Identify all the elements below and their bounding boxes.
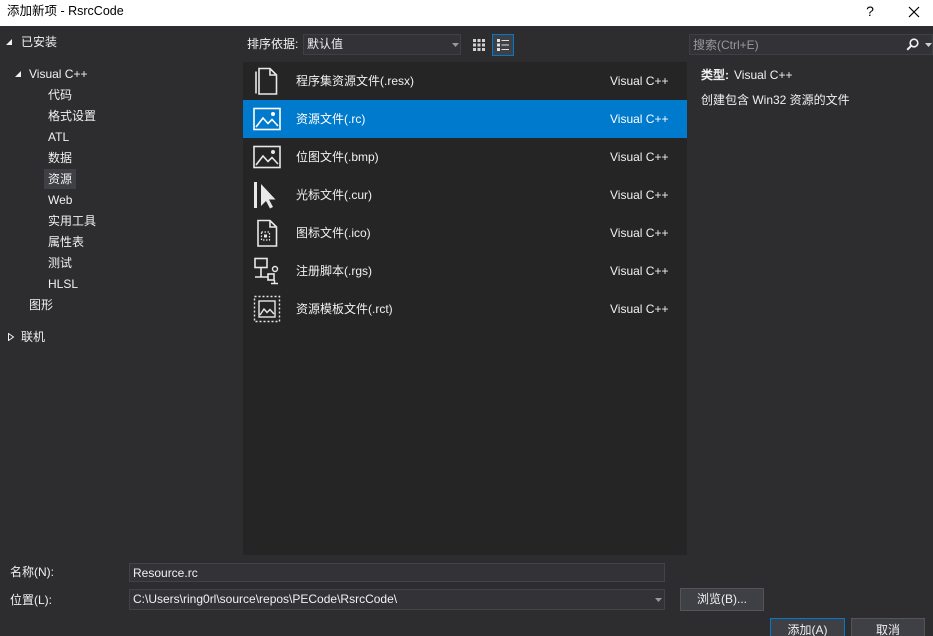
cursor-icon <box>254 182 276 209</box>
list-item[interactable]: 注册脚本(.rgs) Visual C++ <box>243 252 687 290</box>
list-item[interactable]: 资源模板文件(.rct) Visual C++ <box>243 290 687 328</box>
item-name: 程序集资源文件(.resx) <box>296 74 414 88</box>
title-bar: 添加新项 - RsrcCode ? <box>0 0 933 26</box>
tree-node-label: 已安装 <box>21 35 58 49</box>
collapsed-arrow-icon[interactable] <box>7 333 15 341</box>
resource-template-icon <box>253 295 281 323</box>
grid-view-icon <box>473 39 485 51</box>
tree-node-atl[interactable]: ATL <box>44 127 73 147</box>
location-value: C:\Users\ring0rl\source\repos\PECode\Rsr… <box>133 592 398 606</box>
list-item[interactable]: 光标文件(.cur) Visual C++ <box>243 176 687 214</box>
list-item[interactable]: 资源文件(.rc) Visual C++ <box>243 100 687 138</box>
tree-node-web[interactable]: Web <box>44 190 76 210</box>
image-icon <box>253 145 281 169</box>
grid-view-button[interactable] <box>469 35 489 55</box>
chevron-down-icon[interactable] <box>925 43 932 47</box>
sort-dropdown[interactable]: 默认值 <box>303 34 461 55</box>
detail-type-value: Visual C++ <box>734 68 793 82</box>
item-type: Visual C++ <box>610 112 669 126</box>
image-icon <box>253 107 281 131</box>
item-name: 资源模板文件(.rct) <box>296 302 393 316</box>
item-type: Visual C++ <box>610 264 669 278</box>
list-view-button[interactable] <box>492 34 514 56</box>
tree-node-resource[interactable]: 资源 <box>44 169 77 189</box>
tree-node-label: 联机 <box>21 330 46 344</box>
list-item[interactable]: 位图文件(.bmp) Visual C++ <box>243 138 687 176</box>
document-icon <box>255 67 278 95</box>
sort-label: 排序依据: <box>247 37 299 51</box>
tree-node-installed[interactable]: 已安装 <box>0 32 243 52</box>
search-input[interactable] <box>690 35 900 54</box>
detail-type: 类型: Visual C++ <box>701 65 792 85</box>
item-name: 图标文件(.ico) <box>296 226 371 240</box>
tree-node-graphics[interactable]: 图形 <box>25 295 57 315</box>
name-label: 名称(N): <box>10 565 54 579</box>
tree-node-label: Visual C++ <box>29 67 88 81</box>
tree-node-utility[interactable]: 实用工具 <box>44 211 100 231</box>
cancel-button[interactable]: 取消 <box>851 618 925 636</box>
item-type: Visual C++ <box>610 150 669 164</box>
browse-button[interactable]: 浏览(B)... <box>680 588 764 611</box>
tree-node-code[interactable]: 代码 <box>44 85 76 105</box>
detail-description: 创建包含 Win32 资源的文件 <box>701 93 850 107</box>
item-name: 位图文件(.bmp) <box>296 150 379 164</box>
tree-node-online[interactable]: 联机 <box>0 327 243 347</box>
category-tree: 已安装 Visual C++ 代码 格式设置 ATL 数据 资源 Web 实用工… <box>0 26 243 555</box>
registry-script-icon <box>254 257 279 285</box>
chevron-down-icon[interactable] <box>655 598 662 602</box>
name-input[interactable] <box>129 563 665 582</box>
chevron-down-icon <box>452 43 459 47</box>
help-button[interactable]: ? <box>856 0 884 24</box>
icon-file-icon <box>257 219 278 247</box>
item-name: 注册脚本(.rgs) <box>296 264 372 278</box>
template-list: 程序集资源文件(.resx) Visual C++ 资源文件(.rc) Visu… <box>243 62 687 555</box>
list-item[interactable]: 图标文件(.ico) Visual C++ <box>243 214 687 252</box>
add-button[interactable]: 添加(A) <box>770 618 845 636</box>
close-icon <box>908 6 920 18</box>
tree-node-hlsl[interactable]: HLSL <box>44 274 82 294</box>
tree-node-property-sheet[interactable]: 属性表 <box>44 232 88 252</box>
tree-node-formatting[interactable]: 格式设置 <box>44 106 100 126</box>
tree-node-test[interactable]: 测试 <box>44 253 76 273</box>
list-view-icon <box>497 39 509 51</box>
search-icon[interactable] <box>906 38 919 51</box>
details-pane: 类型: Visual C++ 创建包含 Win32 资源的文件 <box>687 62 933 555</box>
location-combo[interactable]: C:\Users\ring0rl\source\repos\PECode\Rsr… <box>129 589 665 610</box>
expanded-arrow-icon[interactable] <box>5 38 13 46</box>
expanded-arrow-icon[interactable] <box>14 70 22 78</box>
sort-dropdown-value: 默认值 <box>307 37 344 51</box>
item-type: Visual C++ <box>610 74 669 88</box>
close-button[interactable] <box>900 0 928 24</box>
tree-node-visual-cpp[interactable]: Visual C++ <box>0 64 243 84</box>
item-type: Visual C++ <box>610 226 669 240</box>
tree-node-data[interactable]: 数据 <box>44 148 76 168</box>
search-box[interactable] <box>689 34 933 55</box>
item-type: Visual C++ <box>610 302 669 316</box>
item-type: Visual C++ <box>610 188 669 202</box>
item-name: 资源文件(.rc) <box>296 112 366 126</box>
item-name: 光标文件(.cur) <box>296 188 372 202</box>
location-label: 位置(L): <box>10 593 53 607</box>
window-title: 添加新项 - RsrcCode <box>7 4 124 18</box>
detail-type-label: 类型: <box>701 68 729 82</box>
list-item[interactable]: 程序集资源文件(.resx) Visual C++ <box>243 62 687 100</box>
